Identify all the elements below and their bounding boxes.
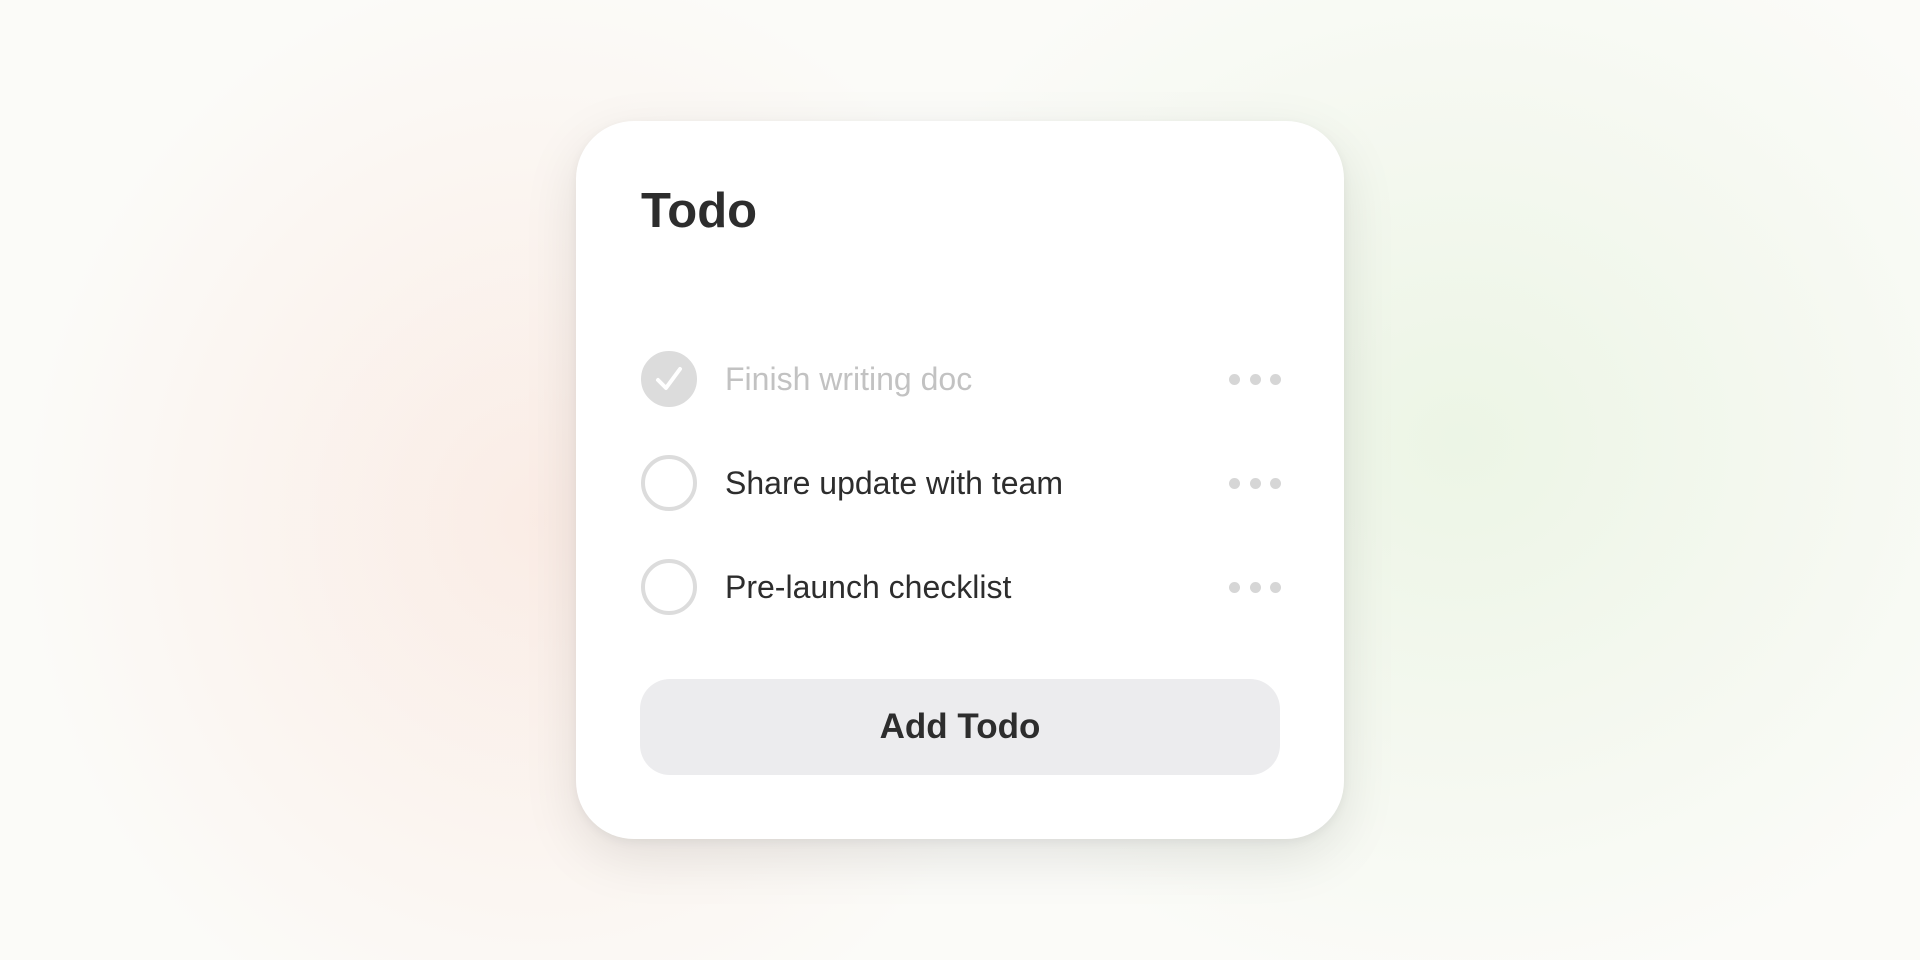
menu-dot	[1229, 477, 1240, 489]
add-todo-button[interactable]: Add Todo	[640, 679, 1280, 775]
todo-card: Todo Finish writing doc Share update wit…	[576, 121, 1344, 839]
todo-label: Finish writing doc	[725, 360, 973, 397]
todo-item: Finish writing doc	[641, 327, 1281, 431]
todo-checkbox[interactable]	[641, 559, 697, 615]
menu-dot	[1270, 477, 1281, 489]
menu-dot	[1270, 581, 1281, 593]
todo-label: Share update with team	[725, 464, 1063, 501]
menu-dot	[1229, 581, 1240, 593]
todo-checkbox[interactable]	[641, 455, 697, 511]
menu-dot	[1229, 373, 1240, 385]
menu-dot	[1249, 477, 1261, 489]
menu-dot	[1249, 581, 1261, 593]
todo-item: Share update with team	[641, 431, 1281, 535]
menu-dot	[1249, 373, 1261, 385]
todo-list: Finish writing doc Share update with tea…	[641, 327, 1281, 639]
menu-dot	[1270, 373, 1281, 385]
more-horizontal-icon[interactable]	[1229, 572, 1281, 602]
more-horizontal-icon[interactable]	[1229, 364, 1281, 394]
todo-item: Pre-launch checklist	[641, 535, 1281, 639]
todo-label: Pre-launch checklist	[725, 568, 1012, 605]
more-horizontal-icon[interactable]	[1229, 468, 1281, 498]
todo-checkbox[interactable]	[641, 351, 697, 407]
card-title: Todo	[641, 184, 758, 238]
check-icon	[656, 367, 682, 390]
